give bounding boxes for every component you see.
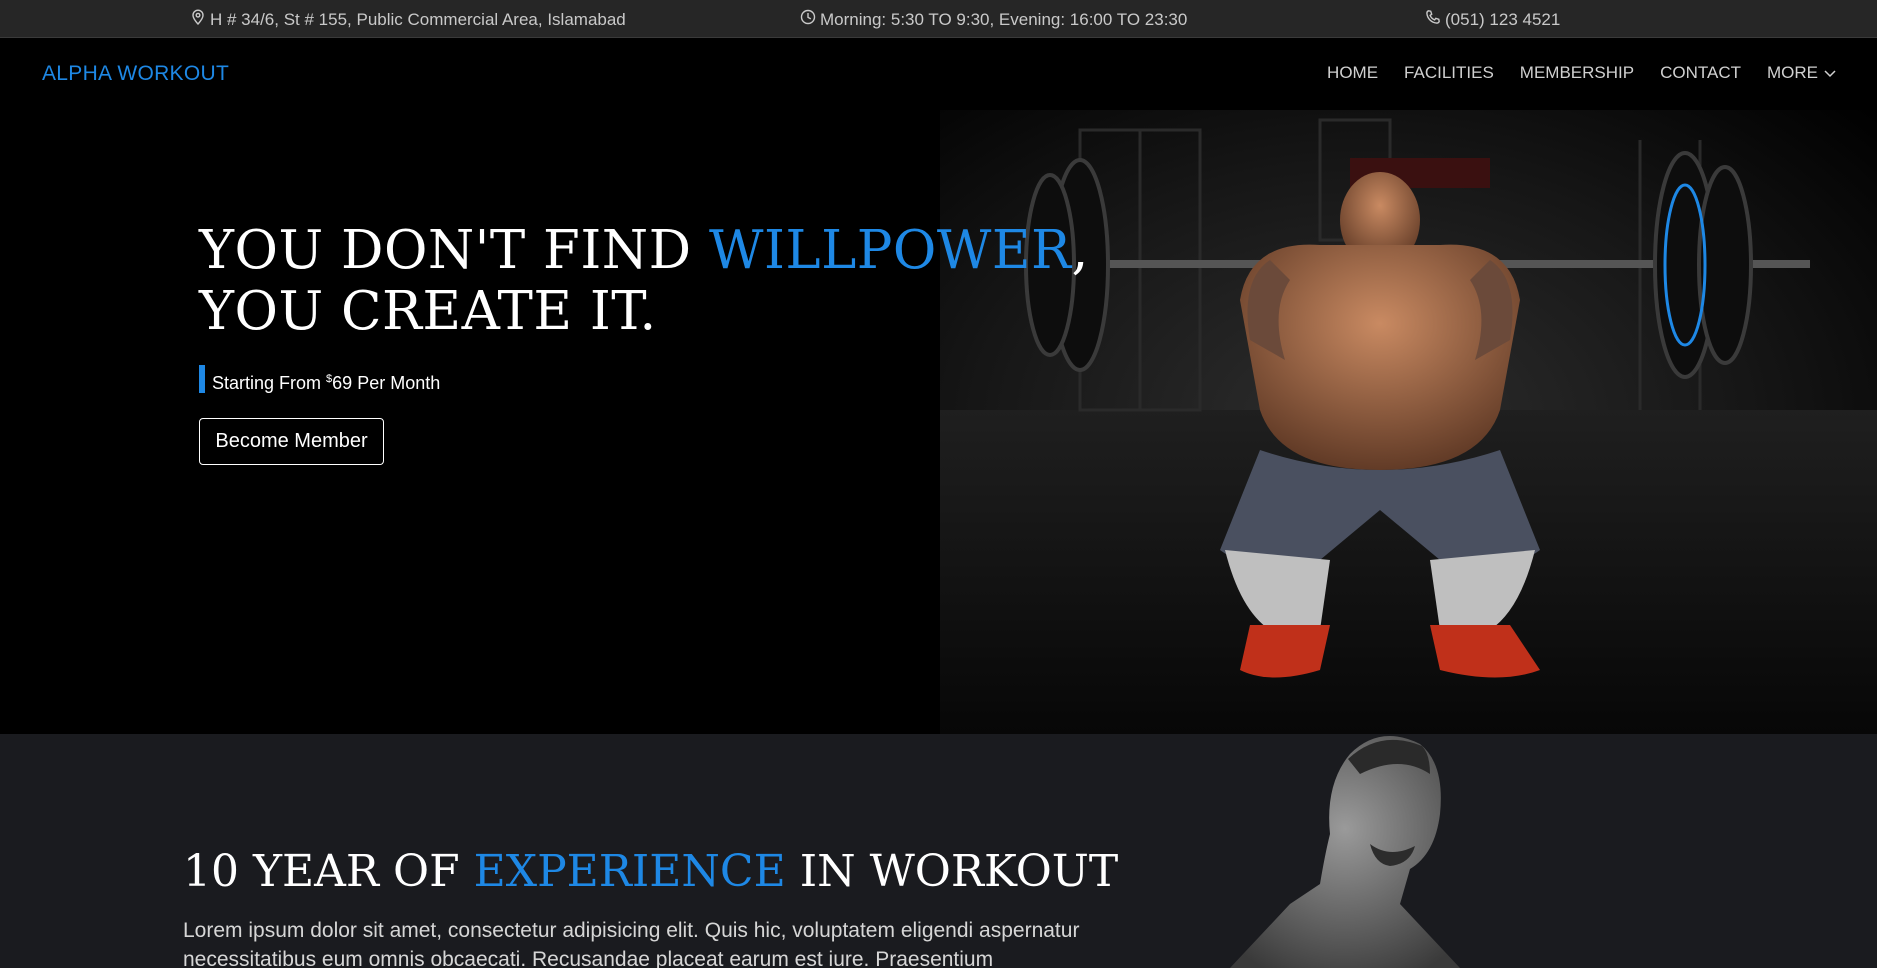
experience-description: Lorem ipsum dolor sit amet, consectetur …: [183, 919, 1080, 968]
price-tag: Starting From $69 Per Month: [199, 365, 440, 393]
nav-item-more-label: MORE: [1767, 63, 1818, 82]
map-pin-icon: [190, 9, 206, 30]
nav-item-membership[interactable]: MEMBERSHIP: [1520, 63, 1634, 83]
nav-menu: HOME FACILITIES MEMBERSHIP CONTACT MORE: [1327, 63, 1837, 83]
experience-heading-part1: 10 YEAR OF: [183, 846, 474, 897]
clock-icon: [800, 9, 816, 30]
address-info: H # 34/6, St # 155, Public Commercial Ar…: [190, 9, 626, 30]
brand-logo[interactable]: ALPHA WORKOUT: [42, 62, 229, 86]
price-suffix: Per Month: [352, 373, 441, 393]
trainer-portrait-image: [1230, 736, 1460, 968]
hours-info: Morning: 5:30 TO 9:30, Evening: 16:00 TO…: [800, 9, 1187, 30]
chevron-down-icon: [1823, 66, 1837, 80]
hero-headline: YOU DON'T FIND WILLPOWER, YOU CREATE IT.: [199, 220, 1099, 342]
experience-heading: 10 YEAR OF EXPERIENCE IN WORKOUT: [183, 846, 1118, 898]
nav-item-facilities[interactable]: FACILITIES: [1404, 63, 1494, 83]
nav-item-home[interactable]: HOME: [1327, 63, 1378, 83]
phone-icon: [1425, 9, 1441, 30]
top-info-bar: H # 34/6, St # 155, Public Commercial Ar…: [0, 0, 1877, 38]
hero-section: YOU DON'T FIND WILLPOWER, YOU CREATE IT.…: [0, 110, 1877, 734]
main-navbar: ALPHA WORKOUT HOME FACILITIES MEMBERSHIP…: [0, 38, 1877, 110]
experience-section: 10 YEAR OF EXPERIENCE IN WORKOUT Lorem i…: [0, 734, 1877, 968]
hero-headline-accent: WILLPOWER: [708, 220, 1072, 281]
phone-text[interactable]: (051) 123 4521: [1445, 10, 1560, 30]
experience-heading-part2: IN WORKOUT: [785, 846, 1119, 897]
address-text: H # 34/6, St # 155, Public Commercial Ar…: [210, 9, 626, 29]
phone-info[interactable]: (051) 123 4521: [1425, 9, 1560, 30]
hours-text: Morning: 5:30 TO 9:30, Evening: 16:00 TO…: [820, 9, 1188, 29]
nav-item-more[interactable]: MORE: [1767, 63, 1837, 83]
price-amount: 69: [332, 373, 353, 393]
hero-weightlifter-image: [940, 110, 1877, 734]
become-member-button[interactable]: Become Member: [199, 418, 384, 465]
experience-heading-accent: EXPERIENCE: [473, 846, 786, 897]
nav-item-contact[interactable]: CONTACT: [1660, 63, 1741, 83]
hero-headline-part1: YOU DON'T FIND: [199, 220, 709, 281]
price-prefix: Starting From: [212, 373, 327, 393]
